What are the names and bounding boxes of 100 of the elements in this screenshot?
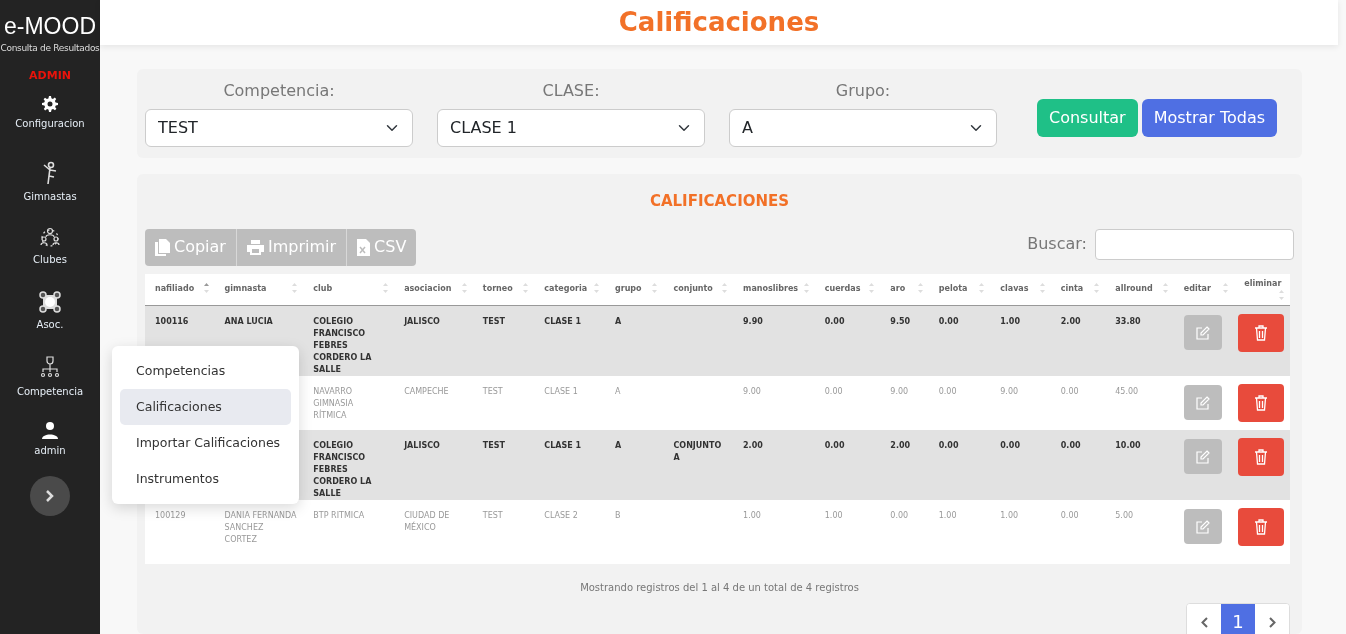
table-cell-text: BTP RITMICA [313, 510, 366, 522]
column-header[interactable]: cinta [1050, 273, 1106, 306]
menu-item[interactable]: Instrumentos [120, 461, 291, 497]
sidebar-item[interactable]: Competencia [16, 356, 84, 409]
table-cell-text: 0.00 [890, 510, 910, 522]
menu-item[interactable]: Calificaciones [120, 389, 291, 425]
role-label: ADMIN [29, 67, 71, 84]
chevron-right-icon [1268, 617, 1276, 628]
column-header[interactable]: aro [880, 273, 929, 306]
logo-subtitle: Consulta de Resultados [0, 42, 100, 55]
table-cell-text: TEST [482, 440, 506, 452]
page-title: Calificaciones [618, 6, 820, 38]
table-cell-text: CLASE 1 [544, 440, 583, 452]
table-cell-text: NAVARRO GIMNASIA RÍTMICA [313, 386, 355, 422]
table-cell-text: B [614, 510, 622, 522]
edit-button[interactable] [1183, 509, 1222, 544]
table-cell-text: CAMPECHE [404, 386, 450, 398]
table-cell-text: 2.00 [890, 440, 912, 452]
sort-icon [652, 283, 658, 294]
table-cell-text: TEST [482, 386, 504, 398]
user-icon [42, 421, 58, 439]
column-header[interactable]: clavas [990, 273, 1051, 306]
gear-icon [42, 96, 58, 112]
table-cell-text: COLEGIO FRANCISCO FEBRES CORDERO LA SALLE [313, 440, 373, 500]
table-cell-text: 9.00 [890, 386, 910, 398]
column-header[interactable]: torneo [472, 273, 535, 306]
table-cell-text: A [614, 316, 623, 328]
table-cell-text: 0.00 [1060, 386, 1080, 398]
column-header[interactable]: nafiliado [145, 273, 215, 306]
select-field[interactable]: A [729, 109, 997, 148]
search-label: Buscar: [1027, 233, 1087, 255]
gymnast-icon [41, 161, 59, 185]
table-cell-text: 1.00 [824, 510, 844, 522]
column-header[interactable]: pelota [928, 273, 991, 306]
sidebar-item[interactable]: Asoc. [36, 291, 64, 344]
column-header[interactable]: cuerdas [814, 273, 881, 306]
column-header[interactable]: editar [1173, 273, 1235, 306]
filter-label: Grupo: [834, 80, 892, 103]
column-header[interactable]: allround [1105, 273, 1174, 306]
column-header[interactable]: manoslibres [733, 273, 815, 306]
table-cell-text: 45.00 [1115, 386, 1140, 398]
column-header[interactable]: grupo [604, 273, 664, 306]
sort-icon [917, 283, 923, 294]
delete-button[interactable] [1238, 314, 1285, 352]
table-cell-text: 100129 [155, 510, 187, 522]
edit-icon [1195, 395, 1210, 410]
column-header[interactable]: categoria [534, 273, 605, 306]
menu-item[interactable]: Importar Calificaciones [120, 425, 291, 461]
sort-icon [1279, 290, 1284, 301]
table-cell-text: 9.00 [1000, 386, 1020, 398]
edit-icon [1195, 325, 1210, 340]
sort-icon [1223, 283, 1229, 294]
table-cell-text: TEST [482, 316, 506, 328]
select-field[interactable]: TEST [145, 109, 413, 148]
table-cell-text: 0.00 [824, 440, 846, 452]
table-cell-text: CIUDAD DE MÉXICO [404, 510, 451, 534]
sort-icon [523, 283, 529, 294]
column-header[interactable]: gimnasta [214, 273, 304, 306]
table-cell-text: 1.00 [1000, 510, 1020, 522]
menu-item[interactable]: Competencias [120, 353, 291, 389]
edit-icon [1195, 519, 1210, 534]
filter-label: CLASE: [541, 80, 601, 103]
delete-button[interactable] [1238, 508, 1285, 546]
table-cell-text: 9.90 [743, 316, 764, 328]
select-field[interactable]: CLASE 1 [437, 109, 705, 148]
show-all-button[interactable]: Mostrar Todas [1141, 98, 1278, 137]
people-icon [39, 226, 61, 248]
column-header[interactable]: asociacion [394, 273, 473, 306]
column-header[interactable]: eliminar [1234, 273, 1290, 306]
page-button[interactable]: 1 [1221, 604, 1255, 634]
sort-icon [1094, 283, 1100, 294]
delete-button[interactable] [1238, 384, 1285, 422]
expand-button[interactable] [30, 476, 70, 516]
table-title: CALIFICACIONES [648, 191, 791, 212]
chevron-right-icon [46, 490, 54, 502]
table-cell-text: 1.00 [743, 510, 762, 522]
logo: e-MOOD [4, 12, 96, 40]
trash-icon [1255, 519, 1268, 535]
sort-icon [593, 283, 599, 294]
table-cell-text: ANA LUCIA [224, 316, 274, 328]
table-cell: DANIA FERNANDA SANCHEZ CORTEZ [224, 510, 298, 546]
table-cell-text: A [614, 386, 622, 398]
edit-button[interactable] [1183, 385, 1222, 420]
sidebar-item[interactable]: Configuracion [15, 96, 85, 149]
column-header[interactable]: club [303, 273, 395, 306]
table-cell-text: 0.00 [824, 386, 844, 398]
edit-icon [1195, 449, 1210, 464]
table-info: Mostrando registros del 1 al 4 de un total de 4 registros [579, 581, 860, 595]
table-cell-text: 0.00 [938, 386, 958, 398]
sidebar-item[interactable]: Gimnastas [23, 161, 77, 214]
search-field[interactable] [1095, 228, 1294, 260]
copy-icon [155, 238, 170, 256]
sidebar-item[interactable]: Clubes [33, 226, 67, 279]
sort-icon [461, 283, 467, 294]
sidebar-item[interactable]: admin [34, 421, 66, 474]
table-cell-text: A [614, 440, 623, 452]
table-cell-text: 33.80 [1115, 316, 1142, 328]
column-header[interactable]: conjunto [663, 273, 734, 306]
delete-button[interactable] [1238, 438, 1285, 476]
printer-icon [246, 239, 264, 255]
